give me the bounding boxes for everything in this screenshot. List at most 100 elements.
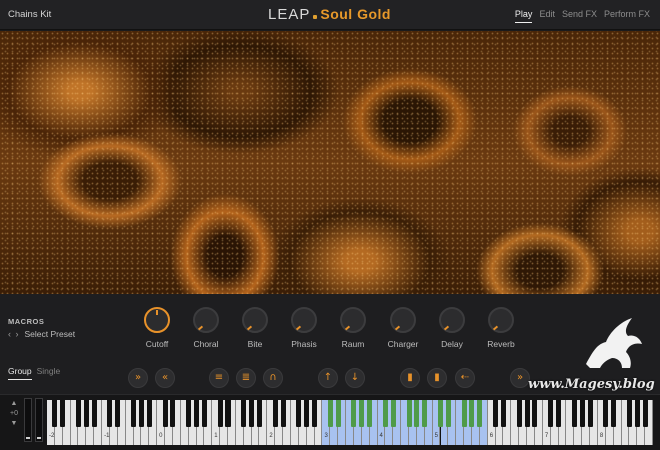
black-key[interactable] bbox=[146, 400, 152, 427]
tab-perform-fx[interactable]: Perform FX bbox=[604, 9, 650, 23]
preset-name[interactable]: Chains Kit bbox=[8, 9, 51, 20]
select-preset-button[interactable]: ‹ › Select Preset bbox=[8, 329, 75, 339]
black-key[interactable] bbox=[500, 400, 506, 427]
columns-button[interactable]: ▮ bbox=[427, 368, 447, 388]
knob-phasis[interactable]: Phasis bbox=[279, 307, 329, 349]
black-key[interactable] bbox=[256, 400, 262, 427]
black-key[interactable] bbox=[359, 400, 365, 427]
knob-dial[interactable] bbox=[488, 307, 514, 333]
knob-dial[interactable] bbox=[291, 307, 317, 333]
black-key[interactable] bbox=[107, 400, 113, 427]
black-key[interactable] bbox=[516, 400, 522, 427]
black-key[interactable] bbox=[217, 400, 223, 427]
bars-button[interactable]: ▮ bbox=[400, 368, 420, 388]
black-key[interactable] bbox=[477, 400, 483, 427]
black-key[interactable] bbox=[493, 400, 499, 427]
arrow-down-button[interactable]: ↓ bbox=[345, 368, 365, 388]
black-key[interactable] bbox=[249, 400, 255, 427]
rewind-button[interactable]: « bbox=[155, 368, 175, 388]
knob-raum[interactable]: Raum bbox=[328, 307, 378, 349]
octave-control: ▲ +0 ▼ bbox=[6, 399, 22, 429]
knob-choral[interactable]: Choral bbox=[181, 307, 231, 349]
black-key[interactable] bbox=[579, 400, 585, 427]
tab-play[interactable]: Play bbox=[514, 9, 533, 23]
knob-dial[interactable] bbox=[390, 307, 416, 333]
black-key[interactable] bbox=[83, 400, 89, 427]
black-key[interactable] bbox=[335, 400, 341, 427]
black-key[interactable] bbox=[138, 400, 144, 427]
octave-up-icon[interactable]: ▲ bbox=[6, 399, 22, 409]
black-key[interactable] bbox=[556, 400, 562, 427]
black-key[interactable] bbox=[367, 400, 373, 427]
black-key[interactable] bbox=[445, 400, 451, 427]
tab-send-fx[interactable]: Send FX bbox=[562, 9, 597, 23]
wave-button[interactable]: ∩ bbox=[263, 368, 283, 388]
black-key[interactable] bbox=[390, 400, 396, 427]
fast-forward-button[interactable]: » bbox=[128, 368, 148, 388]
arrow-up-button[interactable]: ↑ bbox=[318, 368, 338, 388]
black-key[interactable] bbox=[603, 400, 609, 427]
arpeggio-icon: ≣ bbox=[241, 372, 251, 383]
knob-label: Choral bbox=[193, 339, 219, 349]
skip-button[interactable]: » bbox=[510, 368, 530, 388]
mod-wheel[interactable] bbox=[35, 398, 43, 442]
black-key[interactable] bbox=[626, 400, 632, 427]
black-key[interactable] bbox=[115, 400, 121, 427]
black-key[interactable] bbox=[162, 400, 168, 427]
black-key[interactable] bbox=[406, 400, 412, 427]
black-key[interactable] bbox=[382, 400, 388, 427]
scatter-button[interactable]: ⇠ bbox=[455, 368, 475, 388]
black-key[interactable] bbox=[241, 400, 247, 427]
black-key[interactable] bbox=[91, 400, 97, 427]
knob-reverb[interactable]: Reverb bbox=[476, 307, 526, 349]
black-key[interactable] bbox=[75, 400, 81, 427]
black-key[interactable] bbox=[304, 400, 310, 427]
knob-delay[interactable]: Delay bbox=[427, 307, 477, 349]
black-key[interactable] bbox=[186, 400, 192, 427]
prev-next-icon[interactable]: ‹ › bbox=[8, 329, 20, 339]
black-key[interactable] bbox=[194, 400, 200, 427]
black-key[interactable] bbox=[469, 400, 475, 427]
black-key[interactable] bbox=[532, 400, 538, 427]
tab-group[interactable]: Group bbox=[8, 366, 32, 380]
black-key[interactable] bbox=[524, 400, 530, 427]
black-key[interactable] bbox=[52, 400, 58, 427]
black-key[interactable] bbox=[272, 400, 278, 427]
black-key[interactable] bbox=[642, 400, 648, 427]
knob-dial[interactable] bbox=[340, 307, 366, 333]
knob-dial[interactable] bbox=[193, 307, 219, 333]
knob-dial[interactable] bbox=[242, 307, 268, 333]
knob-dial[interactable] bbox=[144, 307, 170, 333]
black-key[interactable] bbox=[296, 400, 302, 427]
black-key[interactable] bbox=[225, 400, 231, 427]
pitch-wheel[interactable] bbox=[24, 398, 32, 442]
black-key[interactable] bbox=[422, 400, 428, 427]
black-key[interactable] bbox=[131, 400, 137, 427]
black-key[interactable] bbox=[587, 400, 593, 427]
chord-button[interactable]: ≡ bbox=[209, 368, 229, 388]
black-key[interactable] bbox=[312, 400, 318, 427]
black-key[interactable] bbox=[634, 400, 640, 427]
tab-single[interactable]: Single bbox=[37, 366, 61, 380]
logo-mark bbox=[313, 15, 318, 19]
black-key[interactable] bbox=[60, 400, 66, 427]
black-key[interactable] bbox=[611, 400, 617, 427]
tab-edit[interactable]: Edit bbox=[539, 9, 555, 23]
piano-keyboard[interactable]: -2 -1 0 1 2 3 4 5 6 7 8 bbox=[47, 400, 653, 445]
black-key[interactable] bbox=[461, 400, 467, 427]
black-key[interactable] bbox=[201, 400, 207, 427]
arpeggio-button[interactable]: ≣ bbox=[236, 368, 256, 388]
black-key[interactable] bbox=[548, 400, 554, 427]
black-key[interactable] bbox=[351, 400, 357, 427]
knob-charger[interactable]: Charger bbox=[378, 307, 428, 349]
knob-dial[interactable] bbox=[439, 307, 465, 333]
black-key[interactable] bbox=[414, 400, 420, 427]
knob-cutoff[interactable]: Cutoff bbox=[132, 307, 182, 349]
knob-bite[interactable]: Bite bbox=[230, 307, 280, 349]
black-key[interactable] bbox=[571, 400, 577, 427]
octave-down-icon[interactable]: ▼ bbox=[6, 419, 22, 429]
black-key[interactable] bbox=[327, 400, 333, 427]
black-key[interactable] bbox=[280, 400, 286, 427]
black-key[interactable] bbox=[170, 400, 176, 427]
black-key[interactable] bbox=[437, 400, 444, 427]
